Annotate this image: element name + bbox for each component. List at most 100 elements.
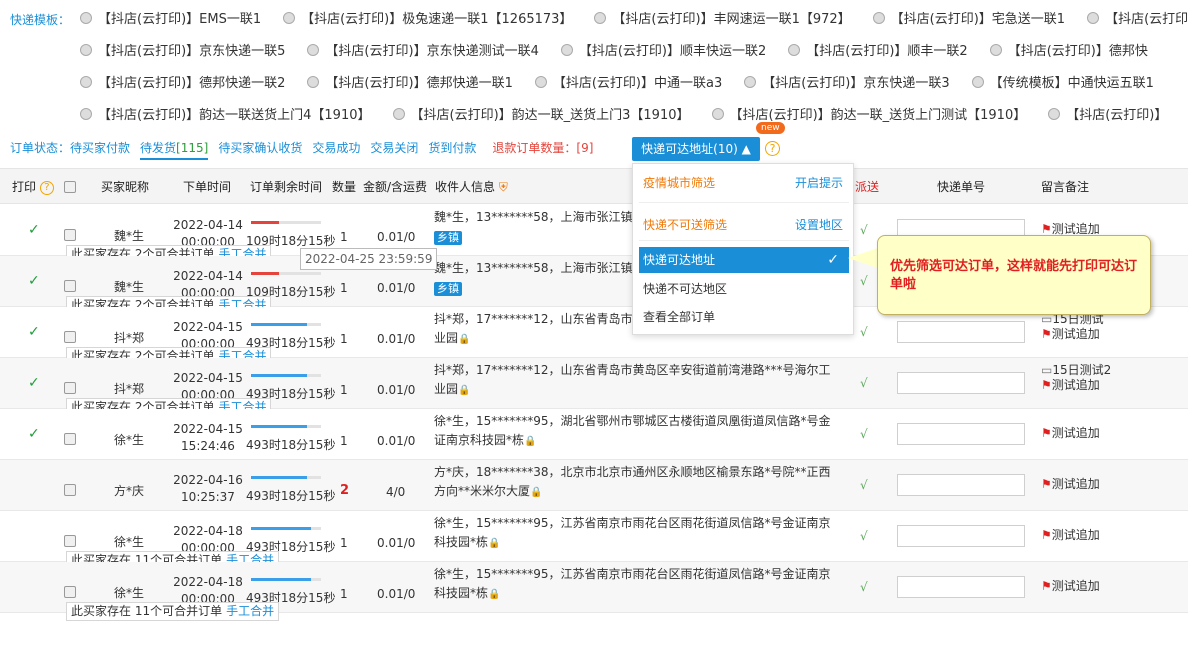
table-row[interactable]: 徐*生 2022-04-18 00:00:00 493时18分15秒 1 0.01/0 徐*… (0, 562, 1188, 621)
help-icon[interactable]: ? (39, 181, 54, 195)
amount: 0.01/0 (377, 587, 416, 601)
select-all-checkbox[interactable] (64, 181, 76, 195)
row-checkbox[interactable] (64, 535, 76, 550)
status-tab-pending-ship[interactable]: 待发货[115] (140, 139, 209, 160)
radio-icon[interactable] (80, 76, 92, 88)
tracking-number-input[interactable] (897, 474, 1025, 496)
radio-icon[interactable] (307, 44, 320, 56)
template-option[interactable]: 【抖店(云打印)】韵达一联_送货上门3【1910】 (392, 103, 690, 129)
radio-icon[interactable] (989, 44, 1002, 56)
status-tab-success[interactable]: 交易成功 (312, 139, 360, 156)
tracking-number-input[interactable] (897, 576, 1025, 598)
menu-item-unreachable-filter[interactable]: 快递不可送筛选 (643, 216, 727, 233)
radio-icon[interactable] (392, 108, 405, 120)
flag-icon[interactable]: ⚑ (1041, 477, 1052, 491)
template-option[interactable]: 【抖店(云打印)】EMS一联1 (80, 7, 261, 33)
comment-icon: ▭ (1041, 363, 1053, 377)
template-option[interactable]: 【抖店(云打印)】极兔速递一联1【1265173】 (283, 7, 572, 33)
radio-icon[interactable] (744, 76, 757, 88)
template-option[interactable]: 【抖店(云打印)】宅急送一联1 (872, 7, 1065, 33)
row-checkbox[interactable] (64, 229, 76, 244)
status-tab-cod[interactable]: 货到付款 (428, 139, 476, 156)
flag-icon[interactable]: ⚑ (1041, 579, 1052, 593)
flag-icon[interactable]: ⚑ (1041, 378, 1052, 392)
status-tab-await-confirm[interactable]: 待买家确认收货 (218, 139, 302, 156)
menu-item-reachable-address[interactable]: 快递可达地址 ✓ (639, 247, 849, 273)
status-tab-unpaid[interactable]: 待买家付款 (70, 139, 130, 156)
row-checkbox[interactable] (64, 484, 76, 499)
template-option[interactable]: 【抖店(云打印)】德邦快递一联2 (80, 71, 285, 97)
manual-merge-link[interactable]: 手工合并 (226, 604, 274, 618)
radio-icon[interactable] (560, 44, 573, 56)
template-option[interactable]: 【传统模板】中通快运五联1 (971, 71, 1154, 97)
flag-icon[interactable]: ⚑ (1041, 327, 1052, 341)
row-checkbox[interactable] (64, 586, 76, 601)
table-row[interactable]: 方*庆 2022-04-16 10:25:37 493时18分15秒 2 4/0 方*庆，1… (0, 460, 1188, 511)
table-row[interactable]: ✓ 抖*郑 2022-04-15 00:00:00 493时18分15秒 1 0.01/0 抖… (0, 358, 1188, 417)
amount: 0.01/0 (377, 434, 416, 448)
template-option[interactable]: 【抖店(云打印)】韵达一联送货上门4【1910】 (80, 103, 371, 129)
tracking-number-input[interactable] (897, 321, 1025, 343)
radio-icon[interactable] (283, 12, 296, 24)
radio-icon[interactable] (80, 44, 92, 56)
template-option[interactable]: 【抖店(云打印)】丰网速运一联1【972】 (594, 7, 851, 33)
header-send: 派送 (855, 180, 880, 194)
flag-icon[interactable]: ⚑ (1041, 426, 1052, 440)
menu-item-unreachable-region[interactable]: 快递不可达地区 (643, 280, 727, 297)
printed-check-icon: ✓ (28, 222, 40, 238)
template-option[interactable]: 【抖店(云打印)】德邦快递一联1 (307, 71, 513, 97)
row-checkbox[interactable] (64, 331, 76, 346)
order-note: ⚑测试追加 (1041, 528, 1100, 542)
radio-icon[interactable] (1087, 12, 1100, 24)
quantity: 1 (340, 434, 348, 448)
tracking-number-input[interactable] (897, 525, 1025, 547)
template-option[interactable]: 【抖店(云打印)】德邦快 (989, 39, 1148, 65)
menu-divider (639, 202, 849, 203)
radio-icon[interactable] (80, 108, 92, 120)
send-check-icon: √ (860, 478, 868, 492)
tracking-number-input[interactable] (897, 423, 1025, 445)
tracking-number-input[interactable] (897, 372, 1025, 394)
row-checkbox[interactable] (64, 382, 76, 397)
radio-icon[interactable] (80, 12, 92, 24)
order-status-label: 订单状态： (10, 141, 71, 155)
enable-tips-link[interactable]: 开启提示 (795, 174, 843, 191)
receiver-info: 徐*生，15*******95，湖北省鄂州市鄂城区古楼街道凤凰街道凤信路*号金证… (434, 414, 831, 447)
status-tab-closed[interactable]: 交易关闭 (370, 139, 418, 156)
callout-bubble: 优先筛选可达订单，这样就能先打印可达订单啦 (877, 235, 1151, 315)
set-region-link[interactable]: 设置地区 (795, 216, 843, 233)
flag-icon[interactable]: ⚑ (1041, 528, 1052, 542)
template-option[interactable]: 【抖店(云打印)】 (1087, 7, 1188, 33)
radio-icon[interactable] (1048, 108, 1061, 120)
template-option[interactable]: 【抖店(云打印)】京东快递测试一联4 (307, 39, 539, 65)
template-option[interactable]: 【抖店(云打印)】 (1048, 103, 1167, 129)
table-row[interactable]: ✓ 徐*生 2022-04-15 15:24:46 493时18分15秒 1 0.01/0 徐… (0, 409, 1188, 460)
radio-icon[interactable] (971, 76, 984, 88)
radio-icon[interactable] (307, 76, 320, 88)
template-option[interactable]: 【抖店(云打印)】顺丰一联2 (788, 39, 968, 65)
table-row[interactable]: 徐*生 2022-04-18 00:00:00 493时18分15秒 1 0.01/0 徐*… (0, 511, 1188, 570)
template-option[interactable]: 【抖店(云打印)】京东快递一联3 (744, 71, 950, 97)
radio-icon[interactable] (788, 44, 801, 56)
buyer-name: 徐*生 (114, 535, 145, 549)
send-check-icon: √ (860, 376, 868, 390)
row-checkbox[interactable] (64, 280, 76, 295)
radio-icon[interactable] (872, 12, 885, 24)
reachable-address-filter-button[interactable]: 快递可达地址(10) ▲ (632, 137, 760, 161)
template-option[interactable]: 【抖店(云打印)】中通一联a3 (534, 71, 722, 97)
send-check-icon: √ (860, 580, 868, 594)
template-option[interactable]: 【抖店(云打印)】京东快递一联5 (80, 39, 285, 65)
menu-item-all-orders[interactable]: 查看全部订单 (643, 308, 715, 325)
radio-icon[interactable] (594, 12, 607, 24)
refund-count[interactable]: 退款订单数量：[9] (492, 139, 593, 156)
radio-icon[interactable] (711, 108, 724, 120)
row-checkbox[interactable] (64, 433, 76, 448)
template-option[interactable]: 【抖店(云打印)】顺丰快运一联2 (560, 39, 766, 65)
quantity: 1 (340, 383, 348, 397)
help-icon[interactable]: ? (765, 141, 780, 156)
flag-icon[interactable]: ⚑ (1041, 222, 1052, 236)
lock-icon: 🔒 (530, 487, 543, 498)
radio-icon[interactable] (534, 76, 547, 88)
quantity: 1 (340, 230, 348, 244)
menu-item-epidemic-filter[interactable]: 疫情城市筛选 (643, 174, 715, 191)
